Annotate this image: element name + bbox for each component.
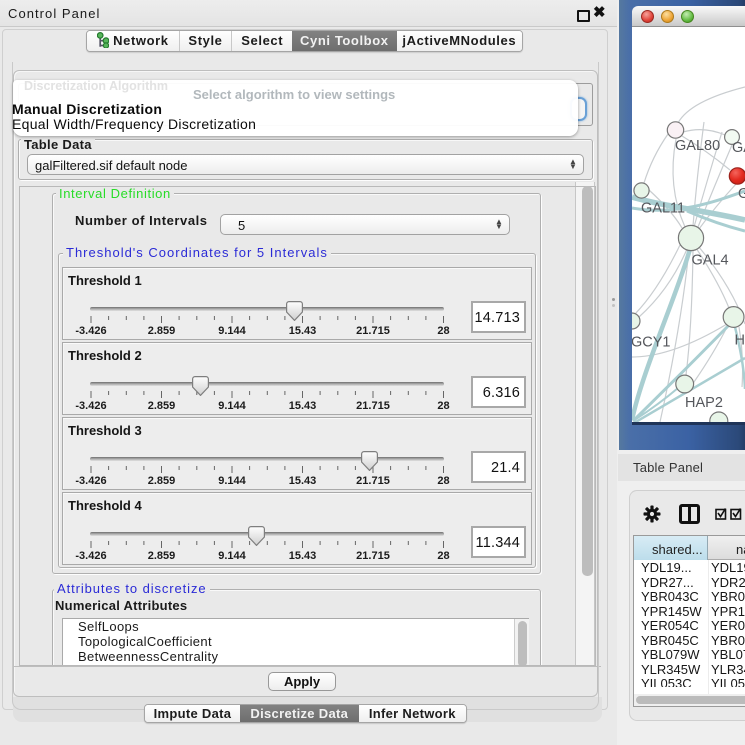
svg-text:GAL4: GAL4: [692, 253, 729, 269]
svg-text:GAL80: GAL80: [675, 138, 720, 154]
svg-text:G: G: [738, 186, 745, 202]
svg-text:HAP2: HAP2: [685, 395, 723, 411]
svg-text:GCY1: GCY1: [632, 335, 671, 351]
svg-text:GA: GA: [732, 140, 745, 156]
svg-text:GAL11: GAL11: [641, 201, 685, 217]
svg-text:H: H: [735, 333, 745, 349]
